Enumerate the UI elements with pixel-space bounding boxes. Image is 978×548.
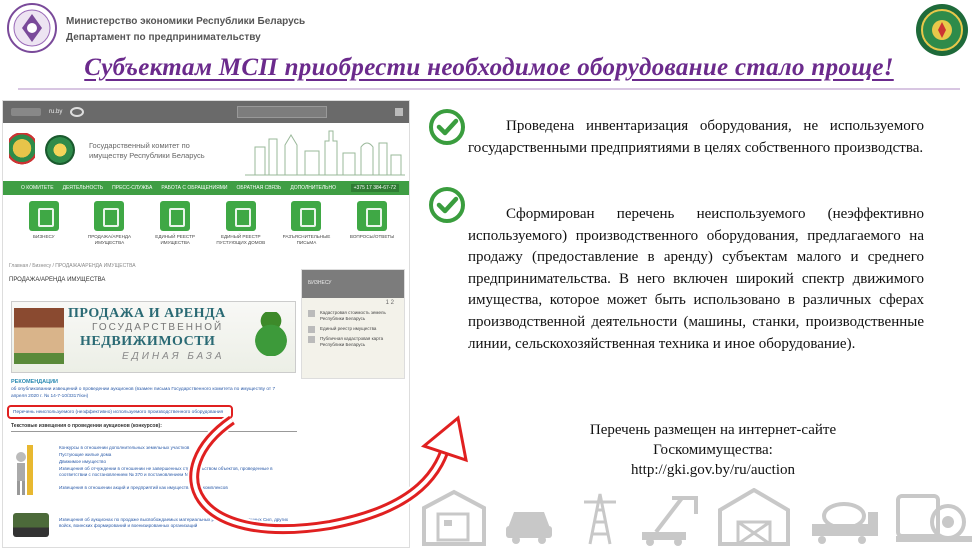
equipment-list-link: Перечень неиспользуемого (неэффективно) … [7,405,233,419]
banner-line3: НЕДВИЖИМОСТИ [80,334,216,349]
menu-item-appeals: РАБОТА С ОБРАЩЕНИЯМИ [161,185,228,191]
notices-divider [11,431,297,432]
check-icon [429,187,465,223]
tile-faq: ВОПРОСЫ/ОТВЕТЫ [346,201,398,261]
title-divider [18,88,960,90]
power-tower-icon [584,493,616,545]
tile-label: БИЗНЕСУ [33,234,55,239]
belarus-emblem-icon [9,133,35,167]
house-icon [14,308,64,364]
barn-icon [718,488,790,546]
list-line2: Госкомимущества: [653,442,773,458]
site-search-input [237,106,327,118]
sidebar-item: Публичная кадастровая карта Республики Б… [302,334,404,350]
menu-item-press: ПРЕСС-СЛУЖБА [112,185,153,191]
tile-icon [160,201,191,231]
browser-bar: ru.by [3,101,409,123]
tile-label: ПРОДАЖА/АРЕНДА ИМУЩЕСТВА [87,234,132,245]
browser-tabs [11,108,41,116]
banner-line2: ГОСУДАРСТВЕННОЙ [92,322,224,333]
person-with-arrow-icon [16,445,33,495]
service-tiles: БИЗНЕСУ ПРОДАЖА/АРЕНДА ИМУЩЕСТВА ЕДИНЫЙ … [3,195,409,261]
notices-heading: Текстовые извещения о проведении аукцион… [11,423,162,429]
tile-icon [357,201,388,231]
slide-title: Субъектам МСП приобрести необходимое обо… [84,54,894,81]
notice-item: Конкурсы в отношении дополнительных земе… [59,445,190,450]
site-content: Главная / Бизнесу / ПРОДАЖА/АРЕНДА ИМУЩЕ… [3,261,409,547]
ministry-name: Министерство экономики Республики Белару… [66,14,305,46]
tile-label: ЕДИНЫЙ РЕЕСТР ИМУЩЕСТВА [155,234,195,245]
ministry-line2: Департамент по предпринимательству [66,32,261,43]
notice-item: Пустующие жилые дома [59,452,112,457]
notice-item: Извещения в отношении акций и предприяти… [59,485,228,490]
committee-emblem-icon [45,135,75,165]
menu-item-about: О КОМИТЕТЕ [21,185,54,191]
industrial-machine-icon [896,494,972,542]
menu-item-feedback: ОБРАТНАЯ СВЯЗЬ [236,185,282,191]
sidebar-panel: БИЗНЕСУ 1 2 Кадастровая стоимость земель… [301,269,405,379]
tile-label: ВОПРОСЫ/ОТВЕТЫ [349,234,395,239]
notice-item-military: Извещения об аукционах по продаже высвоб… [59,517,289,528]
page-title: ПРОДАЖА/АРЕНДА ИМУЩЕСТВА [9,277,106,283]
real-estate-banner: ПРОДАЖА И АРЕНДА ГОСУДАРСТВЕННОЙ НЕДВИЖИ… [11,301,296,373]
warehouse-icon [422,489,486,546]
site-header: Государственный комитет по имуществу Рес… [3,123,409,181]
sidebar-item: Единый реестр имущества [302,324,404,334]
website-screenshot: ru.by Государственный комитет по имущест… [2,100,410,548]
site-name-line1: Государственный комитет по [89,141,190,150]
sidebar-item: Кадастровая стоимость земель Республики … [302,308,404,324]
site-name-line2: имуществу Республики Беларусь [89,151,205,160]
crane-truck-icon [642,496,698,546]
breadcrumb: Главная / Бизнесу / ПРОДАЖА/АРЕНДА ИМУЩЕ… [9,263,136,269]
eye-icon [70,107,85,117]
site-menu: О КОМИТЕТЕ ДЕЯТЕЛЬНОСТЬ ПРЕСС-СЛУЖБА РАБ… [3,181,409,195]
check-icon [429,109,465,145]
banner-line4: ЕДИНАЯ БАЗА [122,351,225,362]
tile-label: ЕДИНЫЙ РЕЕСТР ПУСТУЮЩИХ ДОМОВ [216,234,266,245]
tile-label: РАЗЪЯСНИТЕЛЬНЫЕ ПИСЬМА [282,234,331,245]
concrete-mixer-icon [812,502,878,544]
list-location: Перечень размещен на интернет-сайте Госк… [532,420,894,480]
recommendations-text: об опубликовании извещений о проведении … [11,387,276,399]
tile-icon [291,201,322,231]
slide: Министерство экономики Республики Белару… [0,0,978,548]
tile-icon [225,201,256,231]
menu-item-additional: ДОПОЛНИТЕЛЬНО [290,185,336,191]
menu-icon [395,108,403,116]
recommendations-title: РЕКОМЕНДАЦИИ [11,379,59,385]
tile-sale-rent: ПРОДАЖА/АРЕНДА ИМУЩЕСТВА [83,201,135,261]
ministry-line1: Министерство экономики Республики Белару… [66,16,306,27]
green-globe-icon [251,312,291,356]
point-inventory: Проведена инвентаризация оборудования, н… [468,118,924,156]
notice-item: Извещения об отчуждении в отношении не з… [59,466,273,477]
list-line1: Перечень размещен на интернет-сайте [589,422,837,438]
military-truck-icon [13,513,49,537]
language-selector: ru.by [49,109,63,115]
tile-icon [28,201,59,231]
banner-line1: ПРОДАЖА И АРЕНДА [68,306,226,321]
phone-number: +375 17 384-67-72 [350,184,399,192]
notice-item: Движимое имущество [59,459,107,464]
sidebar-pagination: 1 2 [385,300,394,306]
state-committee-emblem-icon [916,4,968,56]
point-equipment-list: Сформирован перечень неиспользуемого (не… [468,206,924,352]
menu-item-activity: ДЕЯТЕЛЬНОСТЬ [62,185,104,191]
site-name: Государственный комитет по имуществу Рес… [89,141,205,161]
ministry-emblem-icon [7,3,57,53]
auction-url-link[interactable]: http://gki.gov.by/ru/auction [532,460,894,480]
car-icon [506,512,552,544]
city-skyline-icon [245,130,405,176]
equipment-icons-row [422,488,972,546]
tile-icon [94,201,125,231]
sidebar-heading: БИЗНЕСУ [302,270,404,298]
tile-letters: РАЗЪЯСНИТЕЛЬНЫЕ ПИСЬМА [280,201,332,261]
tile-empty-houses: ЕДИНЫЙ РЕЕСТР ПУСТУЮЩИХ ДОМОВ [215,201,267,261]
tile-business: БИЗНЕСУ [18,201,70,261]
tile-property-register: ЕДИНЫЙ РЕЕСТР ИМУЩЕСТВА [149,201,201,261]
